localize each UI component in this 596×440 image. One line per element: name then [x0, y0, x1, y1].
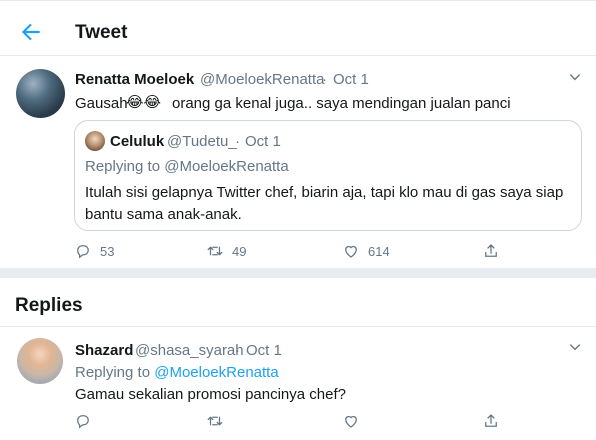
share-button[interactable]	[482, 242, 500, 260]
reply-reply-button[interactable]	[74, 412, 92, 430]
page-header: Tweet	[0, 6, 596, 56]
reply-icon	[77, 415, 89, 429]
reply-replying-prefix: Replying to	[75, 364, 151, 381]
section-divider	[0, 268, 596, 278]
reply-chevron-down-icon[interactable]	[568, 340, 582, 354]
author-handle[interactable]: @MoeloekRenatta	[200, 71, 324, 88]
share-icon	[485, 414, 497, 427]
author-name[interactable]: Renatta Moeloek	[75, 71, 194, 88]
tweet-text-after: orang ga kenal juga.. saya mendingan jua…	[172, 95, 511, 112]
retweet-icon	[207, 246, 223, 256]
reply-share-button[interactable]	[482, 412, 500, 430]
like-button[interactable]: 614	[342, 242, 390, 260]
replies-border	[0, 326, 596, 327]
tweet-text-before: Gausah	[75, 95, 128, 112]
quoted-date: Oct 1	[245, 133, 281, 150]
quoted-text-line1: Itulah sisi gelapnya Twitter chef, biari…	[85, 184, 564, 201]
heart-icon	[345, 245, 357, 258]
reply-like-button[interactable]	[342, 412, 360, 430]
reply-replying-handle[interactable]: @MoeloekRenatta	[154, 364, 278, 381]
chevron-down-icon[interactable]	[568, 70, 582, 84]
reply-date[interactable]: Oct 1	[246, 342, 282, 359]
quoted-author-handle: @Tudetu_	[167, 133, 237, 150]
reply-replying-to: Replying to @MoeloekRenatta	[75, 364, 279, 381]
quoted-text-line2: bantu sama anak-anak.	[85, 206, 242, 223]
heart-icon	[345, 415, 357, 428]
quoted-avatar	[85, 131, 105, 151]
top-border	[0, 0, 596, 5]
tweet-actions: 53 49 614	[74, 242, 504, 262]
meta-separator: ·	[322, 71, 327, 88]
replies-heading: Replies	[15, 295, 83, 316]
reply-meta-separator: ·	[235, 342, 240, 359]
reply-actions	[74, 412, 504, 432]
replying-handle: @MoeloekRenatta	[164, 158, 289, 175]
reply-text: Gamau sekalian promosi pancinya chef?	[75, 386, 346, 403]
page-title: Tweet	[75, 22, 128, 43]
quoted-meta-separator: ·	[235, 133, 240, 150]
quoted-tweet[interactable]: Celuluk @Tudetu_ · Oct 1 Replying to @Mo…	[74, 120, 582, 231]
retweet-button[interactable]: 49	[206, 242, 246, 260]
main-tweet[interactable]: Renatta Moeloek @MoeloekRenatta · Oct 1 …	[0, 57, 596, 267]
share-icon	[485, 244, 497, 257]
reply-author-name[interactable]: Shazard	[75, 342, 133, 359]
reply-author-handle[interactable]: @shasa_syarah	[135, 342, 244, 359]
avatar[interactable]	[16, 69, 65, 118]
reply-count: 53	[100, 243, 115, 259]
replying-prefix: Replying to	[85, 158, 161, 175]
reply-retweet-button[interactable]	[206, 412, 224, 430]
quoted-replying-to: Replying to @MoeloekRenatta	[85, 158, 289, 175]
retweet-icon	[207, 416, 223, 426]
reply-icon	[77, 245, 89, 259]
like-count: 614	[368, 243, 390, 259]
reply-button[interactable]: 53	[74, 242, 114, 260]
quoted-author-name: Celuluk	[110, 133, 165, 150]
reply-avatar[interactable]	[17, 338, 63, 384]
retweet-count: 49	[232, 243, 247, 259]
tweet-emojis: 😂😂	[126, 93, 162, 111]
tweet-date[interactable]: Oct 1	[333, 71, 369, 88]
back-arrow-icon[interactable]	[18, 19, 44, 45]
